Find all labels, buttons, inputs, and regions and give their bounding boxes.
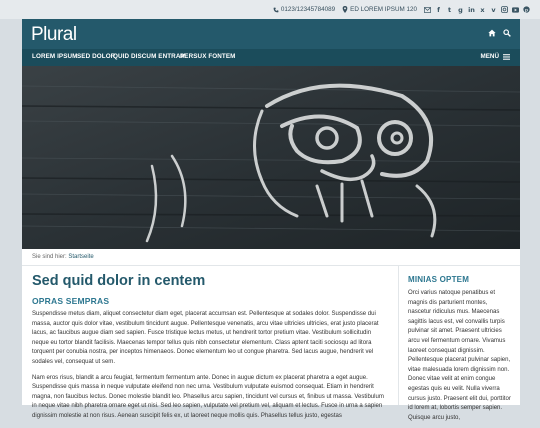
site-logo[interactable]: Plural: [31, 24, 77, 46]
divider: [22, 265, 520, 266]
main-navigation: LOREM IPSUM SED DOLOR QUID DISCUM ENTRAM…: [22, 49, 520, 66]
phone-contact[interactable]: 0123/12345784089: [273, 6, 335, 13]
paragraph: Suspendisse metus diam, aliquet consecte…: [32, 311, 379, 365]
vine-icon[interactable]: v: [490, 6, 497, 14]
nav-item-quid-discum-entram[interactable]: QUID DISCUM ENTRAM: [113, 53, 186, 60]
column-divider: [398, 266, 399, 405]
breadcrumb-prefix: Sie sind hier:: [32, 254, 67, 260]
pinterest-icon[interactable]: p: [523, 6, 530, 13]
hero-image: [22, 66, 520, 249]
nav-item-persux-fontem[interactable]: PERSUX FONTEM: [180, 53, 236, 60]
mail-icon[interactable]: [424, 6, 431, 13]
sidebar-title: MINIAS OPTEM: [408, 275, 470, 284]
sidebar-text: Orci varius natoque penatibus et magnis …: [408, 290, 511, 421]
menu-label: MENÜ: [480, 53, 499, 60]
nav-item-lorem-ipsum[interactable]: LOREM IPSUM: [32, 53, 78, 60]
main-content: Sed quid dolor in centem OPRAS SEMPRAS S…: [32, 272, 384, 428]
top-bar: 0123/12345784089 ED LOREM IPSUM 120 f t …: [0, 0, 540, 19]
breadcrumb-link-startseite[interactable]: Startseite: [68, 254, 93, 260]
address-contact[interactable]: ED LOREM IPSUM 120: [342, 6, 417, 13]
site-header: Plural: [22, 19, 520, 49]
twitter-icon[interactable]: t: [446, 6, 453, 14]
address-text: ED LOREM IPSUM 120: [350, 6, 417, 13]
social-links: f t g in x v p: [424, 6, 530, 14]
section-subtitle: OPRAS SEMPRAS: [32, 296, 110, 306]
phone-icon: [273, 7, 279, 12]
page-title: Sed quid dolor in centem: [32, 273, 206, 289]
contact-info: 0123/12345784089 ED LOREM IPSUM 120 f t …: [273, 3, 530, 16]
xing-icon[interactable]: x: [479, 6, 486, 14]
home-icon[interactable]: [488, 29, 496, 37]
nav-item-sed-dolor[interactable]: SED DOLOR: [77, 53, 115, 60]
google-plus-icon[interactable]: g: [457, 6, 464, 14]
youtube-icon[interactable]: [512, 6, 519, 13]
instagram-icon[interactable]: [501, 6, 508, 13]
linkedin-icon[interactable]: in: [468, 6, 475, 14]
sidebar: MINIAS OPTEM Orci varius natoque penatib…: [408, 275, 512, 423]
svg-text:p: p: [525, 8, 528, 13]
phone-number: 0123/12345784089: [280, 6, 336, 13]
hamburger-icon: [503, 53, 510, 60]
map-pin-icon: [342, 6, 348, 13]
facebook-icon[interactable]: f: [435, 6, 442, 14]
search-icon[interactable]: [503, 29, 511, 37]
paragraph: Nam eros risus, blandit a arcu feugiat, …: [32, 374, 384, 419]
breadcrumb: Sie sind hier: Startseite: [32, 254, 94, 260]
header-icons: [488, 29, 511, 37]
site-container: Plural LOREM IPSUM SED DOLOR QUID DISCUM…: [22, 19, 520, 421]
menu-button[interactable]: MENÜ: [480, 53, 510, 60]
